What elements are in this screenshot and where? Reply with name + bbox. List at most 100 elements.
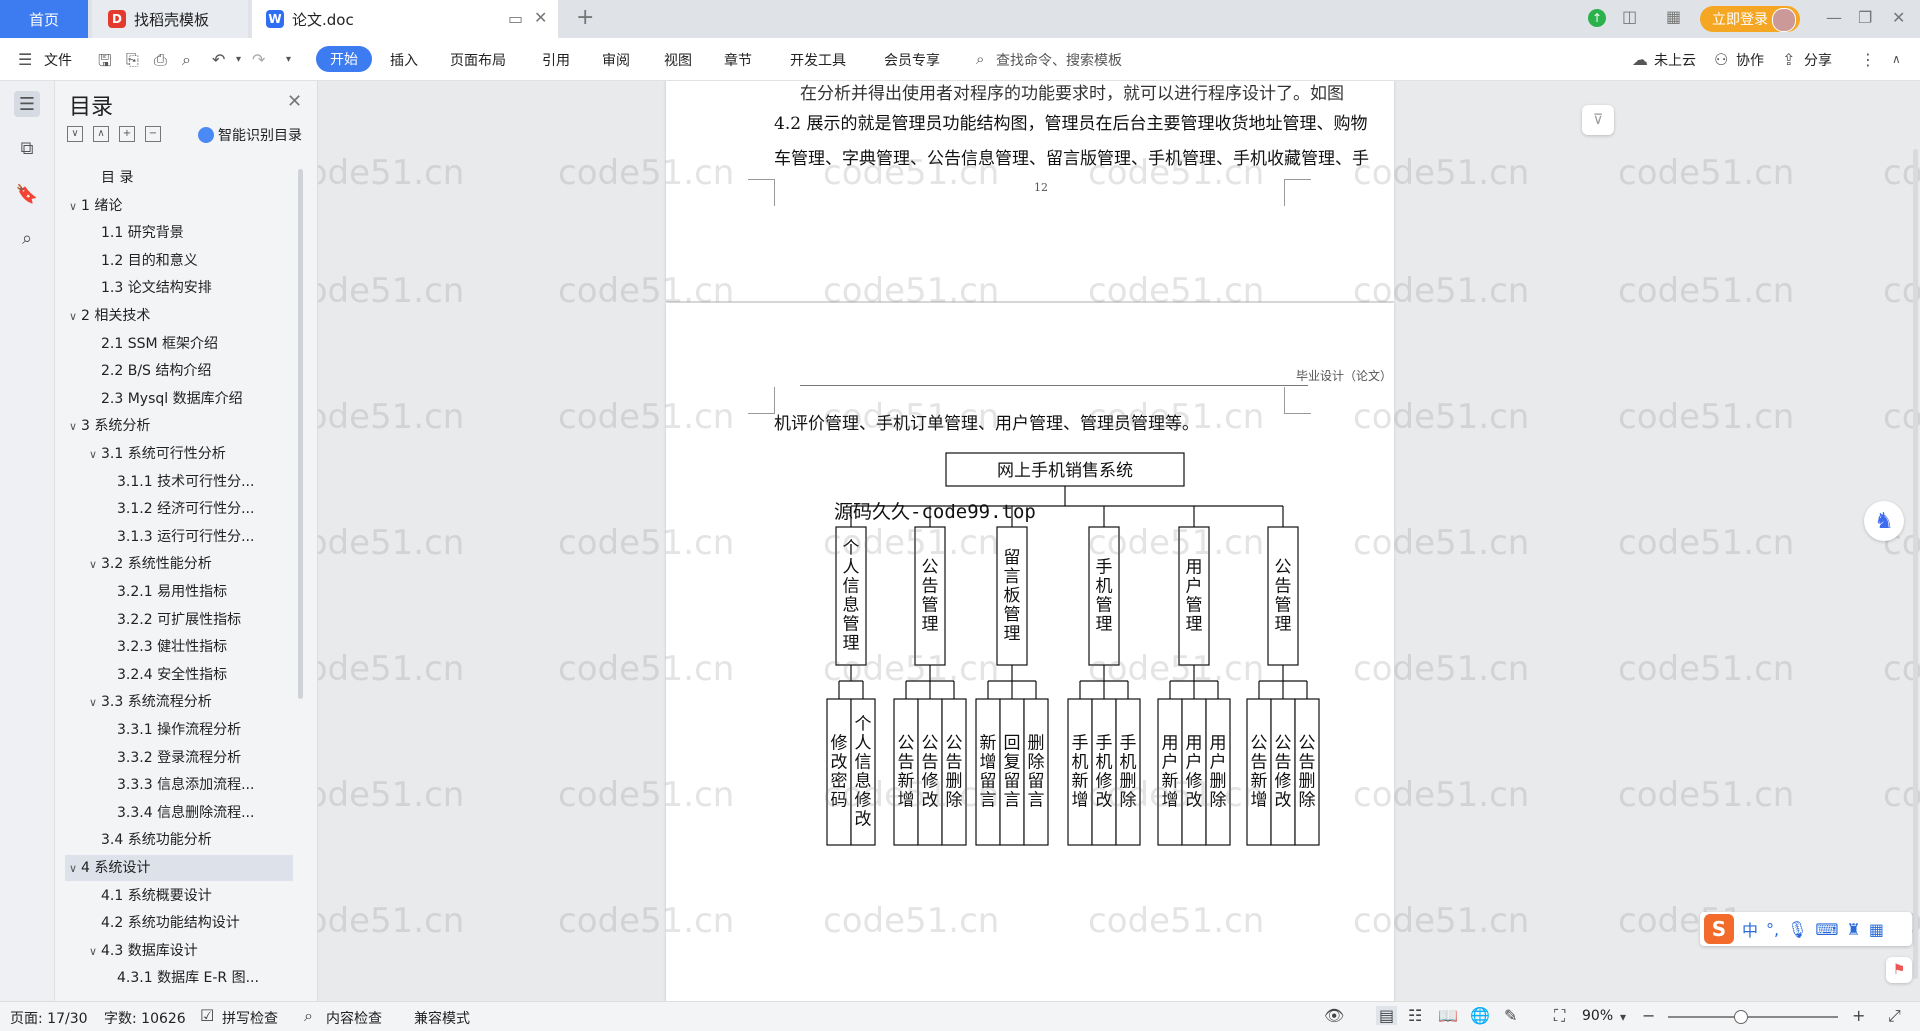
chevron-down-icon[interactable]: ∨: [89, 552, 101, 577]
smart-toc-button[interactable]: 智能识别目录: [198, 125, 302, 145]
remove-heading-icon[interactable]: −: [145, 126, 161, 142]
zoom-out-icon[interactable]: −: [1642, 1006, 1655, 1025]
filter-icon[interactable]: ⊽: [1582, 105, 1614, 135]
menu-layout[interactable]: 页面布局: [450, 50, 506, 70]
keyboard-icon[interactable]: ⌨: [1815, 920, 1838, 939]
print-icon[interactable]: ⎙: [154, 50, 167, 70]
preview-icon[interactable]: ⌕: [182, 50, 191, 70]
zoom-dropdown-icon[interactable]: ▾: [1620, 1010, 1626, 1024]
minimize-icon[interactable]: —: [1826, 8, 1842, 27]
chapter-nav-icon[interactable]: ⧉: [14, 135, 40, 161]
ime-punctuation[interactable]: °,: [1766, 920, 1779, 939]
eye-protect-icon[interactable]: 👁: [1324, 1006, 1344, 1025]
chevron-down-icon[interactable]: ∨: [89, 690, 101, 715]
toc-item[interactable]: ∨ 3.2 系统性能分析: [65, 551, 293, 577]
apps-grid-icon[interactable]: ▦: [1666, 7, 1681, 26]
command-search-input[interactable]: 查找命令、搜索模板: [996, 50, 1122, 70]
export-icon[interactable]: ⎘: [126, 50, 139, 70]
skin-shirt-icon[interactable]: ♜: [1847, 920, 1861, 939]
toc-item[interactable]: 4.3.1 数据库 E-R 图...: [65, 965, 293, 991]
add-heading-icon[interactable]: +: [119, 126, 135, 142]
save-icon[interactable]: 🖫: [98, 50, 112, 77]
cloud-status[interactable]: 未上云: [1654, 50, 1696, 70]
document-scrollbar[interactable]: [1913, 149, 1918, 979]
toc-scrollbar[interactable]: [298, 169, 303, 699]
toc-item[interactable]: 1.3 论文结构安排: [65, 275, 293, 301]
toc-item[interactable]: 3.3.1 操作流程分析: [65, 717, 293, 743]
toc-item[interactable]: 3.3.4 信息删除流程...: [65, 800, 293, 826]
toc-item[interactable]: 3.1.2 经济可行性分...: [65, 496, 293, 522]
toc-item[interactable]: 3.3.2 登录流程分析: [65, 745, 293, 771]
ime-language[interactable]: 中: [1742, 917, 1758, 941]
word-count[interactable]: 字数: 10626: [104, 1008, 186, 1028]
toc-item[interactable]: 1.1 研究背景: [65, 220, 293, 246]
fit-page-icon[interactable]: ⛶: [1554, 1006, 1565, 1026]
new-tab-icon[interactable]: +: [576, 5, 594, 30]
toc-item[interactable]: 3.2.3 健壮性指标: [65, 634, 293, 660]
undo-icon[interactable]: ↶: [212, 50, 225, 69]
fullscreen-icon[interactable]: ⤢: [1888, 1006, 1901, 1026]
page-indicator[interactable]: 页面: 17/30: [10, 1008, 88, 1028]
menu-insert[interactable]: 插入: [390, 50, 418, 70]
monitor-icon[interactable]: ▭: [508, 9, 523, 28]
toc-item[interactable]: 2.2 B/S 结构介绍: [65, 358, 293, 384]
zoom-slider-handle[interactable]: [1734, 1010, 1748, 1024]
toc-item[interactable]: 3.3.3 信息添加流程...: [65, 772, 293, 798]
menu-review[interactable]: 审阅: [602, 50, 630, 70]
chevron-down-icon[interactable]: ∨: [69, 304, 81, 329]
redo-icon[interactable]: ↷: [252, 50, 265, 69]
toc-item[interactable]: 2.3 Mysql 数据库介绍: [65, 386, 293, 412]
menu-reference[interactable]: 引用: [542, 50, 570, 70]
toc-item[interactable]: 4.1 系统概要设计: [65, 883, 293, 909]
toc-item[interactable]: 4.2 系统功能结构设计: [65, 910, 293, 936]
close-tab-icon[interactable]: ✕: [534, 8, 547, 27]
toc-item[interactable]: 3.1.1 技术可行性分...: [65, 469, 293, 495]
chevron-down-icon[interactable]: ∨: [69, 856, 81, 881]
menu-devtools[interactable]: 开发工具: [790, 50, 846, 70]
pen-icon[interactable]: ✎: [1504, 1006, 1517, 1025]
page-view-icon[interactable]: ▤: [1376, 1006, 1398, 1025]
collab-button[interactable]: 协作: [1736, 50, 1764, 70]
read-mode-icon[interactable]: 📖: [1438, 1006, 1458, 1025]
collapse-all-icon[interactable]: ∨: [67, 126, 83, 142]
toc-item[interactable]: 3.4 系统功能分析: [65, 827, 293, 853]
find-icon[interactable]: ⌕: [14, 225, 40, 251]
hamburger-icon[interactable]: ☰: [18, 50, 32, 69]
toc-item[interactable]: 3.2.4 安全性指标: [65, 662, 293, 688]
upload-arrow-icon[interactable]: ↑: [1588, 9, 1606, 27]
toc-item[interactable]: ∨ 3.3 系统流程分析: [65, 689, 293, 715]
toc-item[interactable]: 3.2.1 易用性指标: [65, 579, 293, 605]
menu-start[interactable]: 开始: [316, 46, 372, 72]
tab-document[interactable]: W 论文.doc ▭ ✕: [252, 0, 558, 38]
close-icon[interactable]: ✕: [287, 91, 302, 112]
share-button[interactable]: 分享: [1804, 50, 1832, 70]
tab-home[interactable]: 首页: [0, 0, 88, 38]
undo-dropdown-icon[interactable]: ▾: [236, 54, 241, 65]
outline-view-icon[interactable]: ☷: [1408, 1006, 1422, 1025]
menu-view[interactable]: 视图: [664, 50, 692, 70]
toc-item[interactable]: ∨ 4.3 数据库设计: [65, 938, 293, 964]
zoom-slider[interactable]: [1668, 1016, 1838, 1018]
expand-all-icon[interactable]: ∧: [93, 126, 109, 142]
toc-item[interactable]: ∨ 2 相关技术: [65, 303, 293, 329]
chevron-down-icon[interactable]: ∨: [89, 442, 101, 467]
more-dropdown-icon[interactable]: ▾: [286, 54, 291, 65]
feedback-icon[interactable]: ⚑: [1886, 957, 1912, 983]
toc-item[interactable]: 1.2 目的和意义: [65, 248, 293, 274]
web-view-icon[interactable]: 🌐: [1470, 1006, 1490, 1025]
toc-item[interactable]: ∨ 3.1 系统可行性分析: [65, 441, 293, 467]
toc-panel-icon[interactable]: ☰: [14, 91, 40, 117]
menu-file[interactable]: 文件: [44, 50, 72, 70]
login-button[interactable]: 立即登录: [1700, 6, 1800, 32]
zoom-level[interactable]: 90%: [1582, 1008, 1613, 1024]
chevron-down-icon[interactable]: ∨: [89, 939, 101, 964]
toc-item[interactable]: 目 录: [65, 165, 293, 191]
bookmark-icon[interactable]: 🔖: [14, 181, 40, 207]
more-vertical-icon[interactable]: ⋮: [1860, 50, 1876, 69]
microphone-icon[interactable]: 🎙: [1787, 920, 1807, 939]
tab-template[interactable]: D 找稻壳模板: [92, 0, 248, 38]
toolbox-grid-icon[interactable]: ▦: [1869, 920, 1884, 939]
chevron-down-icon[interactable]: ∨: [69, 414, 81, 439]
content-check-button[interactable]: 内容检查: [326, 1008, 382, 1028]
toc-item[interactable]: 3.1.3 运行可行性分...: [65, 524, 293, 550]
